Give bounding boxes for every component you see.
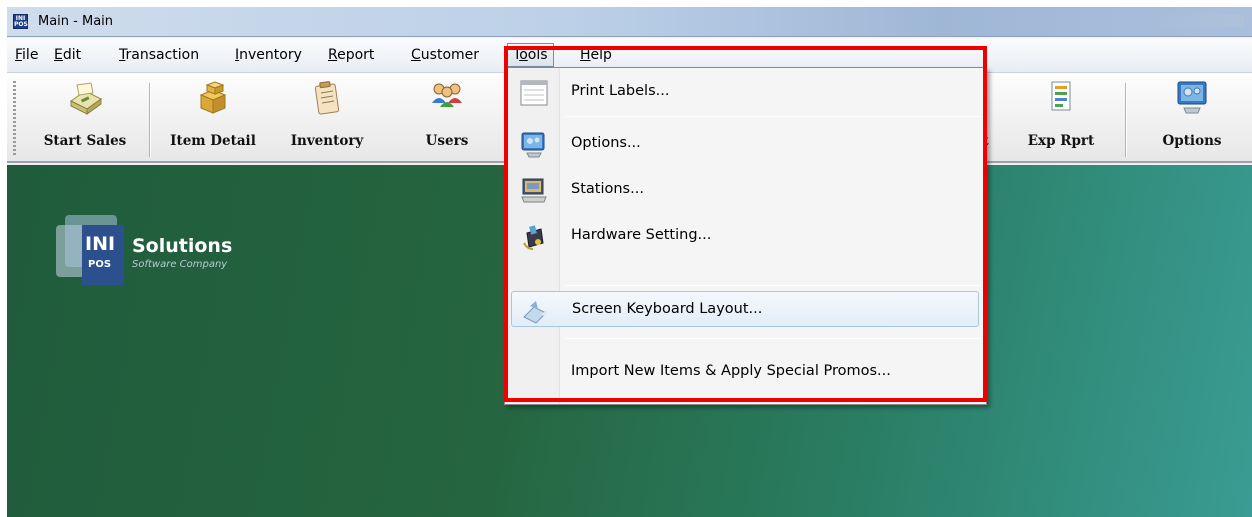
logo-pos: POS [88, 259, 112, 270]
menu-tools[interactable]: Tools [507, 43, 554, 67]
print-labels-icon [520, 80, 548, 106]
toolbar-separator [1125, 83, 1127, 157]
logo-ini: INI [85, 233, 116, 255]
menu-separator [565, 116, 981, 117]
hardware-setting-label: Hardware Setting... [571, 227, 712, 243]
options-label: Options [1162, 133, 1222, 149]
expense-report-icon [1051, 81, 1071, 111]
logo-tagline: Software Company [132, 259, 228, 270]
import-new-items-label: Import New Items & Apply Special Promos.… [571, 363, 891, 379]
start-sales-button[interactable]: Start Sales [29, 79, 141, 159]
stations-icon [521, 178, 547, 203]
menu-item-screen-keyboard-layout[interactable]: Screen Keyboard Layout... [511, 291, 979, 327]
menu-transaction[interactable]: Transaction [119, 47, 199, 63]
menu-separator [565, 338, 981, 339]
boxes-icon [199, 81, 227, 114]
print-labels-label: Print Labels... [571, 83, 670, 99]
menu-help[interactable]: Help [580, 47, 612, 63]
title-bar: INI POS Main - Main [7, 7, 1252, 37]
screen-keyboard-layout-label: Screen Keyboard Layout... [572, 301, 763, 317]
menu-item-stations[interactable]: Stations... [505, 172, 986, 208]
start-sales-label: Start Sales [43, 133, 127, 149]
window-title: Main - Main [38, 14, 114, 29]
menu-edit[interactable]: Edit [54, 47, 81, 63]
hardware-icon [523, 225, 544, 250]
users-label: Users [425, 133, 469, 149]
menu-item-import-new-items[interactable]: Import New Items & Apply Special Promos.… [505, 354, 986, 390]
item-detail-button[interactable]: Item Detail [159, 79, 267, 159]
users-button[interactable]: Users [407, 79, 487, 159]
ini-pos-logo: INI POS Solutions Software Company [52, 205, 292, 285]
menu-item-hardware-setting[interactable]: Hardware Setting... [505, 218, 986, 254]
exp-rprt-button[interactable]: Exp Rprt [1017, 79, 1105, 159]
inventory-label: Inventory [290, 133, 364, 149]
menu-separator [565, 285, 981, 286]
cash-register-icon [70, 82, 102, 115]
menu-item-print-labels[interactable]: Print Labels... [505, 74, 986, 110]
options-monitor-icon [1177, 81, 1207, 114]
menu-customer[interactable]: Customer [411, 47, 479, 63]
menu-item-options[interactable]: Options... [505, 126, 986, 162]
options-menu-label: Options... [571, 135, 641, 151]
tools-dropdown-menu: Print Labels... Options... Stations... H… [504, 67, 987, 405]
clipboard-icon [314, 81, 340, 115]
keyboard-layout-icon [523, 301, 547, 324]
app-icon[interactable]: INI POS [13, 14, 28, 29]
window-controls [1154, 15, 1244, 27]
menu-report[interactable]: Report [328, 47, 374, 63]
toolbar-grip[interactable] [13, 81, 16, 155]
toolbar-separator [149, 83, 151, 157]
menu-file[interactable]: File [15, 47, 38, 63]
exp-rprt-label: Exp Rprt [1027, 133, 1095, 149]
item-detail-label: Item Detail [170, 133, 256, 149]
stations-label: Stations... [571, 181, 644, 197]
inventory-button[interactable]: Inventory [277, 79, 377, 159]
main-window: INI POS Main - Main File Edit Transaction… [7, 7, 1252, 517]
logo-solutions: Solutions [132, 235, 233, 257]
options-button[interactable]: Options [1147, 79, 1237, 159]
users-icon [432, 83, 462, 107]
options-monitor-icon [521, 132, 545, 158]
menu-inventory[interactable]: Inventory [235, 47, 302, 63]
